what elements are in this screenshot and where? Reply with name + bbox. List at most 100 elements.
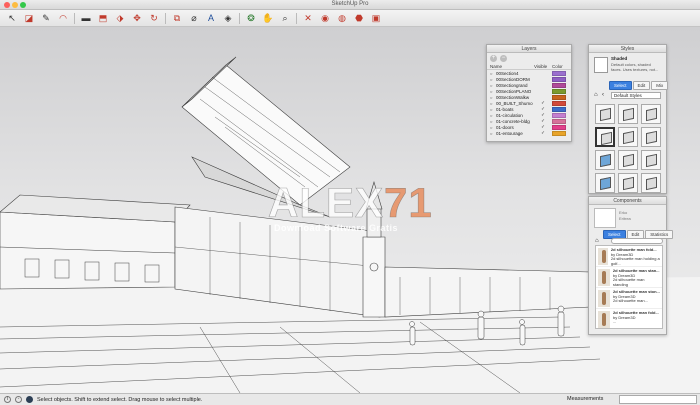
tape-measure-icon[interactable]: ⌀ <box>188 12 200 24</box>
person-silhouette-icon <box>598 290 610 307</box>
home-icon[interactable]: ⌂ <box>595 238 599 244</box>
layer-row[interactable]: ○ 00Sectiongrand <box>487 82 571 88</box>
styles-panel-title: Styles <box>589 45 666 53</box>
toolbar-separator <box>296 12 297 24</box>
component-list: 2d silhouette man fold... by Dream3D 2d si… <box>595 245 663 330</box>
layer-name-header[interactable]: Name <box>490 64 534 69</box>
layer-color-header[interactable]: Color <box>552 64 563 69</box>
layer-row[interactable]: ○ 01-entourage ✓ <box>487 130 571 136</box>
components-panel-title: Components <box>589 197 666 205</box>
pencil-line-icon[interactable]: ✎ <box>40 12 52 24</box>
layer-color-swatch[interactable] <box>552 106 566 112</box>
layer-row[interactable]: ○ 00_BUILT_Shumo ✓ <box>487 100 571 106</box>
text-icon[interactable]: A <box>205 12 217 24</box>
extension-warehouse-icon[interactable]: ⬣ <box>353 12 365 24</box>
layer-color-swatch[interactable] <box>552 130 566 136</box>
layer-row[interactable]: ○ 00SectionPLANO <box>487 88 571 94</box>
watermark-logo: ALEX71 Download Software Gratis <box>268 179 448 239</box>
layer-row[interactable]: ○ 01-boats ✓ <box>487 106 571 112</box>
add-layer-icon[interactable]: + <box>490 54 497 62</box>
arc-icon[interactable]: ◠ <box>57 12 69 24</box>
home-icon[interactable]: ⌂ <box>594 92 598 98</box>
zoom-icon[interactable]: ⌕ <box>279 12 291 24</box>
component-list-item[interactable]: 2d silhouette man ston... by Dream3D 2d si… <box>596 288 662 309</box>
layer-color-swatch[interactable] <box>552 82 566 88</box>
style-thumbnail[interactable] <box>595 150 615 170</box>
geolocation-icon[interactable]: ◦ <box>15 396 22 403</box>
pan-hand-icon[interactable]: ✋ <box>262 12 274 24</box>
styles-tab-edit[interactable]: Edit <box>632 81 651 90</box>
layer-row[interactable]: ○ 01-doors ✓ <box>487 124 571 130</box>
info-icon[interactable]: i <box>4 396 11 403</box>
layer-color-swatch[interactable] <box>552 100 566 106</box>
layer-name: 01-entourage <box>496 130 523 136</box>
style-collection-select[interactable]: Default Styles <box>611 92 661 99</box>
toolbar-separator <box>74 12 75 24</box>
zoom-extents-icon[interactable]: ✕ <box>302 12 314 24</box>
layer-color-swatch[interactable] <box>552 124 566 130</box>
component-list-item[interactable]: 2d silhouette man fold... by Dream3D 2d si… <box>596 246 662 267</box>
current-style-thumbnail <box>594 57 608 73</box>
layer-color-swatch[interactable] <box>552 112 566 118</box>
layout-icon[interactable]: ▣ <box>370 12 382 24</box>
rotate-icon[interactable]: ↻ <box>148 12 160 24</box>
select-arrow-icon[interactable]: ↖ <box>6 12 18 24</box>
layers-header: Name Visible Color <box>487 63 571 70</box>
layer-row[interactable]: ○ 00Section4 <box>487 70 571 76</box>
styles-tab-mix[interactable]: Mix <box>651 81 669 90</box>
styles-tabs: Select Edit Mix <box>609 81 669 90</box>
layer-row[interactable]: ○ 01-circulation ✓ <box>487 112 571 118</box>
layers-toolbar: + − <box>487 53 571 63</box>
orbit-icon[interactable]: ❂ <box>245 12 257 24</box>
component-list-item[interactable]: 2d silhouette man fold... by Dream3D... <box>596 309 662 330</box>
style-thumbnail[interactable] <box>641 150 661 170</box>
layer-row[interactable]: ○ 00SectionWalkw <box>487 94 571 100</box>
offset-icon[interactable]: ⬗ <box>114 12 126 24</box>
share-model-icon[interactable]: ◍ <box>336 12 348 24</box>
components-panel: Components Erko Eritrea Select Edit Statis… <box>588 196 674 335</box>
style-thumbnail-selected[interactable] <box>595 127 615 147</box>
layer-color-swatch[interactable] <box>552 88 566 94</box>
layer-name: 00_BUILT_Shumo <box>496 100 533 106</box>
style-thumbnail[interactable] <box>641 173 661 193</box>
layer-visible-header[interactable]: Visible <box>534 64 552 69</box>
style-thumbnail[interactable] <box>618 104 638 124</box>
style-thumbnail[interactable] <box>595 173 615 193</box>
style-thumbnail[interactable] <box>618 127 638 147</box>
main-toolbar: ↖ ◪ ✎ ◠ ▬ ⬒ ⬗ ✥ ↻ ⧉ ⌀ A ◈ ❂ ✋ ⌕ ✕ ◉ ◍ ⬣ ▣ <box>0 10 700 27</box>
move-icon[interactable]: ✥ <box>131 12 143 24</box>
layer-name: 01-doors <box>496 124 514 130</box>
styles-tab-select[interactable]: Select <box>609 81 632 90</box>
layer-color-swatch[interactable] <box>552 118 566 124</box>
person-silhouette-icon <box>598 311 610 328</box>
credits-icon[interactable] <box>26 396 33 403</box>
layer-color-swatch[interactable] <box>552 76 566 82</box>
eraser-icon[interactable]: ◪ <box>23 12 35 24</box>
style-thumbnail[interactable] <box>595 104 615 124</box>
style-thumbnail[interactable] <box>641 104 661 124</box>
status-hint: Select objects. Shift to extend select. … <box>37 396 203 403</box>
push-pull-icon[interactable]: ⬒ <box>97 12 109 24</box>
style-thumbnail[interactable] <box>641 127 661 147</box>
scale-icon[interactable]: ⧉ <box>171 12 183 24</box>
back-icon[interactable]: ‹ <box>602 92 604 98</box>
styles-panel: Styles Shaded Default colors, shaded fac… <box>588 44 669 194</box>
style-thumbnail[interactable] <box>618 173 638 193</box>
layer-visible-checkbox[interactable]: ✓ <box>534 130 552 136</box>
delete-layer-icon[interactable]: − <box>500 54 507 62</box>
layer-row[interactable]: ○ 01-concrete-bldg ✓ <box>487 118 571 124</box>
layer-color-swatch[interactable] <box>552 70 566 76</box>
layer-row[interactable]: ○ 00SectionDORM <box>487 76 571 82</box>
layer-name: 00SectionPLANO <box>496 88 532 94</box>
layer-name: 00SectionDORM <box>496 76 530 82</box>
layers-panel: Layers + − Name Visible Color ○ 00Section… <box>486 44 572 142</box>
measurements-input[interactable] <box>619 395 697 404</box>
style-description: Default colors, shaded faces. Uses textu… <box>611 62 659 72</box>
rectangle-icon[interactable]: ▬ <box>80 12 92 24</box>
component-search-input[interactable] <box>611 238 663 244</box>
warehouse-icon[interactable]: ◉ <box>319 12 331 24</box>
component-list-item[interactable]: 2d silhouette man stan... by Dream3D 2d si… <box>596 267 662 288</box>
layer-color-swatch[interactable] <box>552 94 566 100</box>
paint-bucket-icon[interactable]: ◈ <box>222 12 234 24</box>
style-thumbnail[interactable] <box>618 150 638 170</box>
